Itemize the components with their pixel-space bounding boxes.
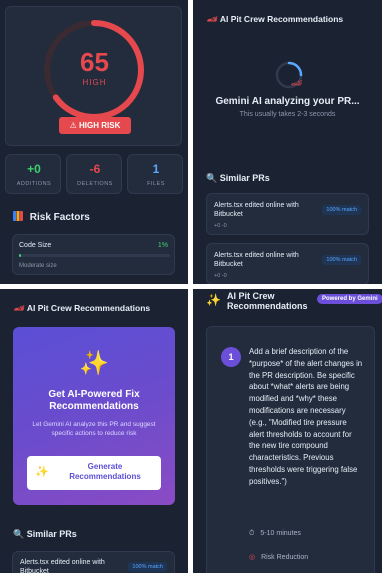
powered-by-badge: Powered by Gemini: [317, 294, 382, 304]
risk-level-label: HIGH: [82, 78, 107, 87]
similar-pr-diff: +0 -0: [214, 273, 227, 279]
stat-value: 1: [152, 162, 160, 176]
step-number: 1: [221, 347, 241, 367]
search-icon: 🔍: [13, 529, 25, 539]
stat-additions: +0 ADDITIONS: [5, 154, 61, 194]
sparkles-icon: ✨: [206, 293, 221, 307]
search-icon: 🔍: [206, 173, 218, 183]
stat-label: ADDITIONS: [16, 181, 52, 187]
bar-chart-icon: [13, 211, 23, 221]
stat-deletions: -6 DELETIONS: [66, 154, 122, 194]
high-risk-badge: ⚠ HIGH RISK: [59, 117, 131, 134]
time-estimate: ⏱ 5-10 minutes: [249, 530, 301, 537]
similar-pr-item[interactable]: Alerts.tsx edited online with Bitbucket 1…: [206, 243, 369, 284]
stat-label: FILES: [147, 181, 165, 187]
similar-pr-title: Alerts.tsx edited online with Bitbucket: [214, 252, 299, 268]
recommendation-card: 1 Add a brief description of the *purpos…: [206, 326, 375, 573]
similar-prs-header: 🔍 Similar PRs: [206, 173, 270, 183]
similar-prs-header: 🔍 Similar PRs: [13, 529, 77, 539]
sparkles-icon: ✨: [79, 350, 109, 377]
risk-score-panel: 65 HIGH ⚠ HIGH RISK +0 ADDITIONS -6 DELETIO…: [0, 0, 188, 284]
analysis-substatus: This usually takes 2-3 seconds: [239, 111, 336, 118]
warning-icon: ⚠: [69, 121, 77, 130]
loading-recommendations-panel: 🏎 AI Pit Crew Recommendations 🏎 Gemini A…: [193, 0, 382, 284]
panel-header: 🏎 AI Pit Crew Recommendations: [14, 303, 151, 313]
stat-files: 1 FILES: [127, 154, 183, 194]
similar-pr-title: Alerts.tsx edited online with Bitbucket: [214, 202, 299, 218]
risk-factor-bar-track: [19, 254, 170, 257]
risk-factor-bar-fill: [19, 254, 21, 257]
panel-title: AI Pit Crew Recommendations: [227, 291, 308, 311]
risk-factor-percent: 1%: [157, 242, 168, 249]
stat-value: -6: [89, 162, 101, 176]
impact-label: ◎ Risk Reduction: [249, 554, 309, 561]
similar-pr-item[interactable]: Alerts.tsx edited online with Bitbucket 1…: [206, 193, 369, 235]
stopwatch-icon: ⏱: [249, 530, 255, 537]
cta-description: Let Gemini AI analyze this PR and sugges…: [32, 421, 156, 437]
risk-factors-header: Risk Factors: [13, 211, 90, 223]
generate-button-label: Generate Recommendations: [69, 462, 141, 481]
stat-label: DELETIONS: [77, 181, 113, 187]
risk-factor-name: Code Size: [19, 242, 52, 249]
recommendation-text: Add a brief description of the *purpose*…: [249, 347, 363, 486]
recommendation-result-panel: ✨ AI Pit Crew Recommendations Powered by…: [193, 289, 382, 573]
match-badge: 100% match: [322, 205, 361, 215]
target-icon: ◎: [249, 554, 256, 561]
similar-pr-diff: +0 -0: [214, 223, 227, 229]
race-car-icon: 🏎: [14, 303, 25, 313]
stat-value: +0: [27, 162, 41, 176]
risk-factor-note: Moderate size: [19, 263, 57, 269]
sparkles-icon: ✨: [35, 466, 49, 478]
match-badge: 100% match: [128, 562, 167, 572]
similar-pr-title: Alerts.tsx edited online with Bitbucket: [20, 559, 105, 573]
race-car-icon: 🏎: [291, 78, 303, 88]
generate-recommendations-button[interactable]: ✨ Generate Recommendations: [27, 456, 161, 490]
risk-factor-code-size: Code Size 1% Moderate size: [12, 234, 175, 275]
cta-card: ✨ Get AI-Powered Fix Recommendations Let…: [13, 327, 175, 505]
match-badge: 100% match: [322, 255, 361, 265]
risk-gauge-card: 65 HIGH ⚠ HIGH RISK: [5, 6, 182, 146]
cta-title: Get AI-Powered Fix Recommendations: [48, 389, 140, 412]
panel-header: 🏎 AI Pit Crew Recommendations: [207, 14, 344, 24]
similar-pr-item[interactable]: Alerts.tsx edited online with Bitbucket …: [12, 551, 175, 573]
analysis-status: Gemini AI analyzing your PR...: [215, 96, 360, 107]
cta-recommendations-panel: 🏎 AI Pit Crew Recommendations ✨ Get AI-P…: [0, 289, 188, 573]
risk-score-value: 65: [80, 47, 109, 77]
race-car-icon: 🏎: [207, 14, 218, 24]
